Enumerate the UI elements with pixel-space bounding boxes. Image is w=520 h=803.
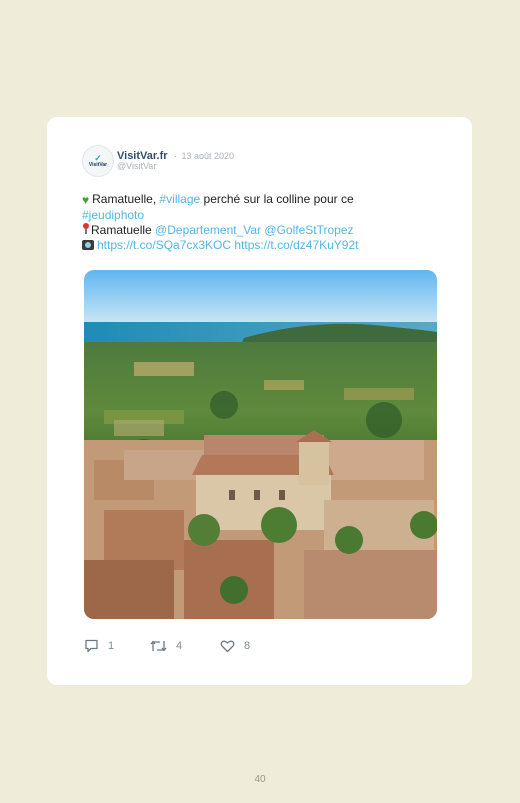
like-count: 8 (244, 640, 251, 652)
retweet-icon (150, 640, 167, 652)
author-handle[interactable]: @VisitVar (117, 161, 156, 171)
logo-check-icon: ✓ (94, 153, 102, 163)
retweet-button[interactable]: 4 (150, 639, 182, 653)
heart-icon (220, 640, 235, 653)
green-heart-icon: ♥ (82, 193, 90, 207)
reply-icon (85, 639, 98, 653)
avatar-logo-text: VisitVar (88, 162, 108, 168)
avatar[interactable]: ✓ VisitVar (82, 145, 114, 177)
pushpin-icon (82, 223, 90, 235)
tweet-line-3: Ramatuelle @Departement_Var @GolfeStTrop… (82, 223, 402, 238)
place-name: Ramatuelle (91, 223, 152, 237)
retweet-count: 4 (176, 640, 183, 652)
url-link[interactable]: https://t.co/SQa7cx3KOC (97, 238, 231, 252)
mention-link[interactable]: @GolfeStTropez (264, 223, 353, 237)
like-button[interactable]: 8 (220, 639, 250, 653)
header-separator: · (174, 151, 178, 161)
text-segment: Ramatuelle, (92, 192, 160, 206)
tweet-actions: 1 4 8 (84, 639, 324, 657)
tweet-line-4: https://t.co/SQa7cx3KOC https://t.co/dz4… (82, 238, 402, 253)
text-segment: perché sur la colline pour ce (200, 192, 354, 206)
hashtag-link[interactable]: #jeudiphoto (82, 208, 144, 222)
reply-count: 1 (108, 640, 115, 652)
page-number: 40 (254, 774, 266, 785)
tweet-text: ♥ Ramatuelle, #village perché sur la coll… (82, 192, 402, 253)
tweet-card: ✓ VisitVar VisitVar.fr · 13 août 2020 @V… (47, 117, 472, 685)
tweet-photo[interactable] (84, 270, 437, 619)
hashtag-link[interactable]: #village (160, 192, 201, 206)
camera-icon (82, 240, 94, 250)
tweet-line-2: #jeudiphoto (82, 208, 402, 223)
tweet-line-1: ♥ Ramatuelle, #village perché sur la coll… (82, 192, 402, 208)
mention-link[interactable]: @Departement_Var (155, 223, 261, 237)
url-link[interactable]: https://t.co/dz47KuY92t (234, 238, 358, 252)
reply-button[interactable]: 1 (84, 639, 114, 653)
village-aerial-photo (84, 270, 437, 619)
tweet-date[interactable]: 13 août 2020 (181, 151, 234, 161)
